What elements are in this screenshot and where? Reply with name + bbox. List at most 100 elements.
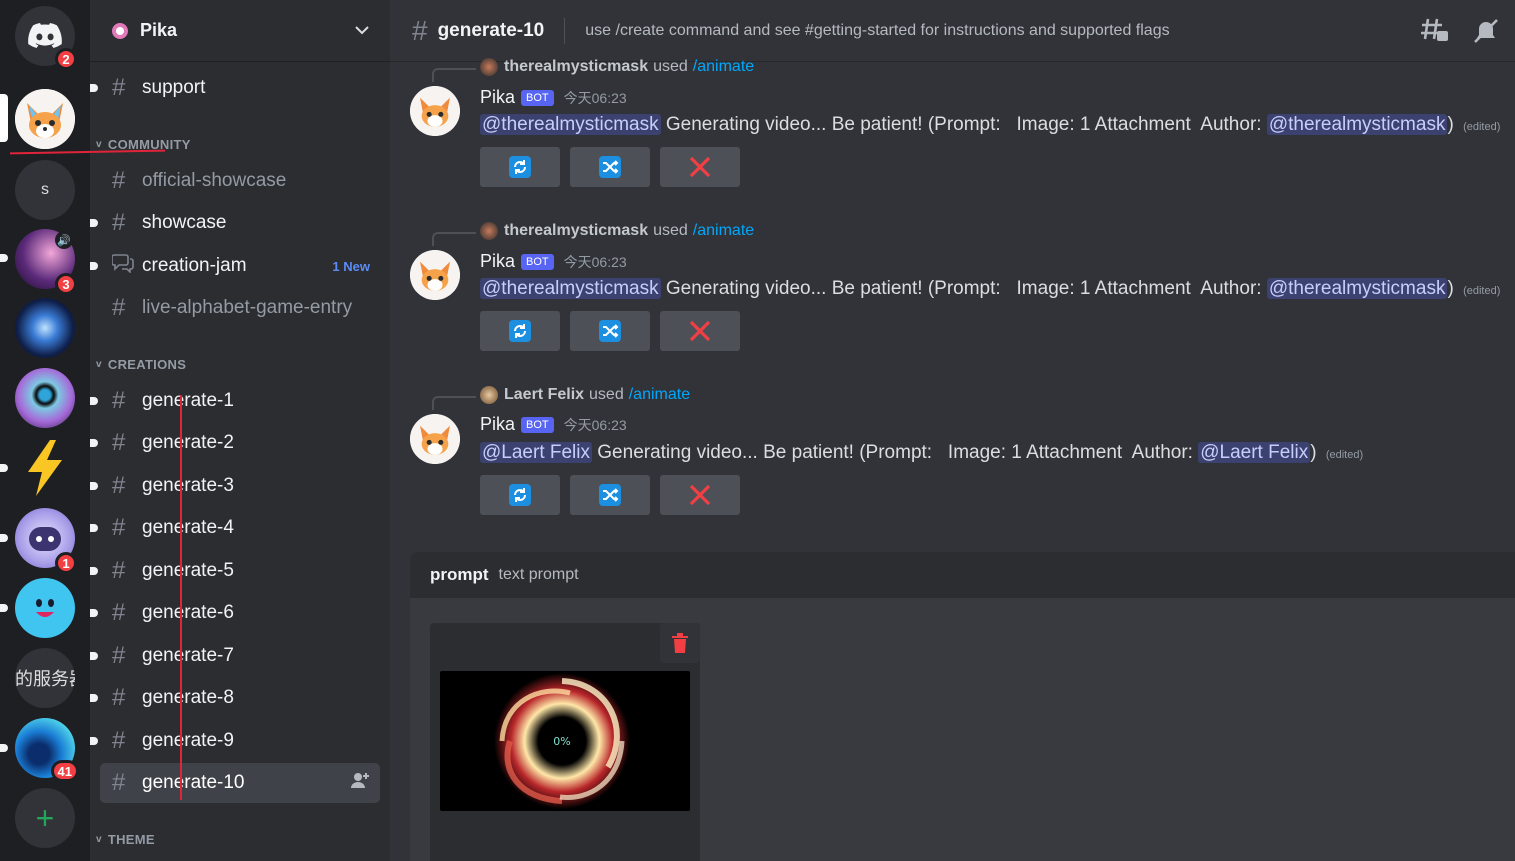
message-content: @therealmysticmask Generating video... B… bbox=[480, 114, 1500, 136]
unread-indicator bbox=[90, 219, 98, 227]
option-name[interactable]: prompt bbox=[430, 565, 489, 585]
server-s[interactable]: s bbox=[15, 160, 75, 220]
channel-label: official-showcase bbox=[142, 170, 287, 191]
pika-fox-icon bbox=[15, 89, 75, 149]
cancel-button[interactable] bbox=[660, 311, 740, 351]
invite-member-icon[interactable] bbox=[350, 771, 370, 795]
home-button[interactable]: 2 bbox=[15, 6, 77, 70]
action-buttons bbox=[480, 147, 740, 187]
action-buttons bbox=[480, 475, 740, 515]
channel-support[interactable]: # support bbox=[90, 68, 380, 108]
hash-icon: # bbox=[112, 472, 126, 499]
message[interactable]: Laert Felix used /animate Pika BOT 今天06:… bbox=[390, 386, 1515, 526]
shuffle-icon bbox=[599, 320, 621, 342]
channel-generate-10[interactable]: # generate-10 bbox=[100, 763, 380, 803]
notification-muted-icon[interactable] bbox=[1472, 17, 1500, 50]
reply-username: therealmysticmask bbox=[504, 58, 649, 75]
message[interactable]: therealmysticmask used /animate Pika BOT… bbox=[390, 58, 1515, 198]
remove-attachment-button[interactable] bbox=[660, 623, 700, 663]
user-mention[interactable]: @therealmysticmask bbox=[480, 114, 661, 135]
hash-icon: # bbox=[412, 14, 428, 46]
slash-command[interactable]: /animate bbox=[693, 58, 754, 76]
message[interactable]: therealmysticmask used /animate Pika BOT… bbox=[390, 222, 1515, 362]
channel-label: live-alphabet-game-entry bbox=[142, 297, 353, 318]
channel-generate-7[interactable]: # generate-7 bbox=[90, 636, 380, 676]
server-eye[interactable] bbox=[15, 368, 75, 428]
avatar[interactable] bbox=[410, 250, 460, 300]
channel-topic[interactable]: use /create command and see #getting-sta… bbox=[585, 22, 1169, 40]
channel-creation-jam[interactable]: creation-jam 1 New bbox=[90, 246, 380, 286]
timestamp: 今天06:23 bbox=[563, 89, 627, 106]
message-header: Pika BOT 今天06:23 bbox=[480, 251, 627, 272]
channel-live-alphabet-game-entry[interactable]: # live-alphabet-game-entry bbox=[100, 288, 380, 328]
channel-generate-9[interactable]: # generate-9 bbox=[90, 721, 380, 761]
reply-context[interactable]: Laert Felix used /animate bbox=[480, 386, 690, 404]
user-mention[interactable]: @therealmysticmask bbox=[1266, 278, 1448, 299]
reply-context[interactable]: therealmysticmask used /animate bbox=[480, 58, 754, 76]
discord-window: 2 s 🔊 3 1 的服务 41 + Pika # support v COMM… bbox=[0, 0, 1515, 861]
cancel-button[interactable] bbox=[660, 147, 740, 187]
channel-sidebar: Pika # support v COMMUNITY # official-sh… bbox=[90, 0, 390, 861]
server-lightning[interactable] bbox=[15, 438, 75, 498]
user-mention[interactable]: @Laert Felix bbox=[1198, 442, 1311, 463]
channel-generate-6[interactable]: # generate-6 bbox=[90, 593, 380, 633]
server-initial: 的服务器 bbox=[15, 669, 75, 689]
server-pika[interactable] bbox=[15, 89, 75, 149]
server-header[interactable]: Pika bbox=[90, 0, 390, 62]
retry-button[interactable] bbox=[480, 475, 560, 515]
channel-generate-1[interactable]: # generate-1 bbox=[90, 381, 380, 421]
retry-button[interactable] bbox=[480, 147, 560, 187]
channel-generate-3[interactable]: # generate-3 bbox=[90, 466, 380, 506]
channel-official-showcase[interactable]: # official-showcase bbox=[100, 161, 380, 201]
author-name[interactable]: Pika bbox=[480, 87, 515, 108]
shuffle-button[interactable] bbox=[570, 475, 650, 515]
author-name[interactable]: Pika bbox=[480, 414, 515, 435]
shuffle-icon bbox=[599, 484, 621, 506]
channel-generate-5[interactable]: # generate-5 bbox=[90, 551, 380, 591]
category-creations[interactable]: v CREATIONS bbox=[96, 357, 186, 372]
server-galaxy[interactable] bbox=[15, 298, 75, 358]
reply-context[interactable]: therealmysticmask used /animate bbox=[480, 222, 754, 240]
avatar[interactable] bbox=[410, 414, 460, 464]
server-edge[interactable]: 41 bbox=[15, 718, 79, 782]
chevron-down-icon: v bbox=[96, 359, 102, 370]
channel-label: generate-8 bbox=[142, 687, 234, 708]
message-composer[interactable]: 0% bbox=[410, 598, 1515, 861]
category-theme[interactable]: v THEME bbox=[96, 832, 155, 847]
bot-tag: BOT bbox=[521, 253, 554, 270]
shuffle-button[interactable] bbox=[570, 311, 650, 351]
channel-generate-4[interactable]: # generate-4 bbox=[90, 508, 380, 548]
category-label: CREATIONS bbox=[107, 357, 187, 372]
slash-command[interactable]: /animate bbox=[693, 222, 754, 240]
add-server-button[interactable]: + bbox=[15, 788, 75, 848]
unread-indicator bbox=[90, 737, 98, 745]
server-robot[interactable]: 1 bbox=[15, 508, 77, 574]
channel-generate-2[interactable]: # generate-2 bbox=[90, 423, 380, 463]
user-mention[interactable]: @therealmysticmask bbox=[1266, 114, 1448, 135]
author-name[interactable]: Pika bbox=[480, 251, 515, 272]
server-text[interactable]: 的服务器 bbox=[15, 648, 75, 708]
unread-indicator bbox=[0, 534, 8, 542]
retry-button[interactable] bbox=[480, 311, 560, 351]
shuffle-button[interactable] bbox=[570, 147, 650, 187]
avatar[interactable] bbox=[410, 86, 460, 136]
bot-tag: BOT bbox=[521, 416, 554, 433]
server-purple[interactable]: 🔊 3 bbox=[15, 229, 77, 295]
slash-command[interactable]: /animate bbox=[629, 386, 690, 404]
unread-indicator bbox=[90, 262, 98, 270]
attachment-preview: 0% bbox=[430, 623, 700, 861]
threads-icon[interactable] bbox=[1420, 17, 1450, 50]
hash-icon: # bbox=[112, 209, 126, 236]
unread-indicator bbox=[90, 524, 98, 532]
cancel-button[interactable] bbox=[660, 475, 740, 515]
user-mention[interactable]: @therealmysticmask bbox=[480, 278, 661, 299]
user-mention[interactable]: @Laert Felix bbox=[480, 442, 592, 463]
message-header: Pika BOT 今天06:23 bbox=[480, 87, 627, 108]
channel-label: generate-6 bbox=[142, 602, 234, 623]
hash-icon: # bbox=[112, 429, 126, 456]
server-smile[interactable] bbox=[15, 578, 75, 638]
close-icon bbox=[689, 320, 711, 342]
channel-showcase[interactable]: # showcase bbox=[90, 203, 380, 243]
channel-generate-8[interactable]: # generate-8 bbox=[90, 678, 380, 718]
chevron-down-icon[interactable] bbox=[354, 22, 370, 40]
